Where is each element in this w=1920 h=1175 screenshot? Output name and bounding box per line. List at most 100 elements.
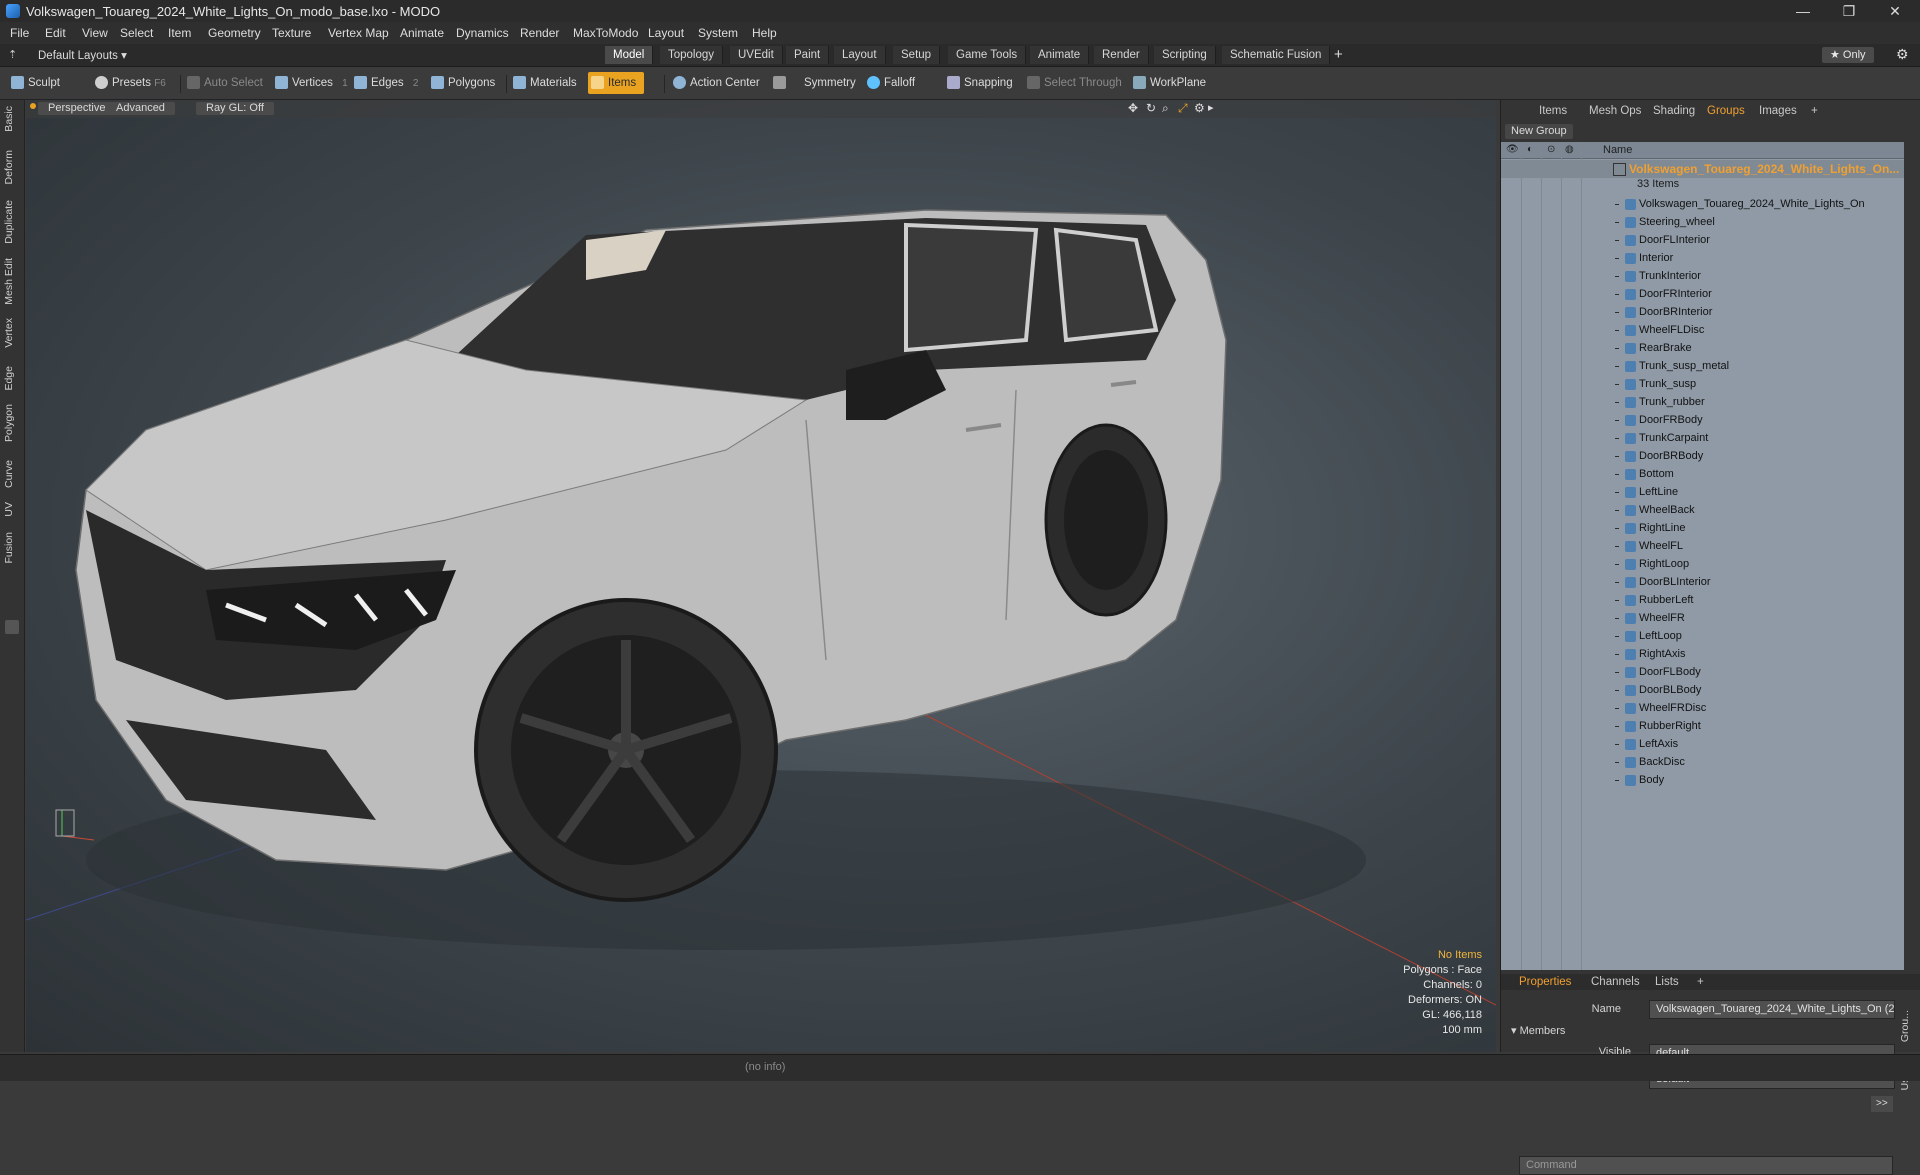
list-item[interactable]: Steering_wheel: [1501, 214, 1904, 232]
ray-gl-toggle[interactable]: Ray GL: Off: [196, 102, 274, 115]
list-item[interactable]: TrunkInterior: [1501, 268, 1904, 286]
group-row[interactable]: Volkswagen_Touareg_2024_White_Lights_On.…: [1501, 160, 1904, 178]
menu-file[interactable]: File: [10, 26, 29, 40]
menu-select[interactable]: Select: [120, 26, 153, 40]
presets-button[interactable]: Presets F6: [92, 72, 166, 94]
groups-tree[interactable]: 👁 ◐ ⊙ ◍ Name Volkswagen_Touareg_2024_Whi…: [1501, 142, 1904, 970]
tab-curve[interactable]: Curve: [3, 460, 21, 488]
perspective-dropdown[interactable]: Perspective: [38, 102, 116, 115]
tab-properties[interactable]: Properties: [1509, 974, 1581, 990]
menu-system[interactable]: System: [698, 26, 738, 40]
command-input[interactable]: Command: [1519, 1156, 1893, 1175]
list-item[interactable]: RearBrake: [1501, 340, 1904, 358]
zoom-icon[interactable]: ⌕: [1162, 101, 1169, 116]
action-center-button[interactable]: Action Center: [670, 72, 760, 94]
panel-toggle-icon[interactable]: [5, 620, 19, 634]
materials-button[interactable]: Materials: [510, 72, 577, 94]
tab-layout[interactable]: Layout: [834, 46, 886, 64]
menu-vertex-map[interactable]: Vertex Map: [328, 26, 389, 40]
select-through-button[interactable]: Select Through: [1024, 72, 1122, 94]
tab-polygon[interactable]: Polygon: [3, 404, 21, 442]
vertices-button[interactable]: Vertices 1: [272, 72, 348, 94]
tab-uv[interactable]: UV: [3, 502, 21, 517]
list-item[interactable]: WheelBack: [1501, 502, 1904, 520]
menu-help[interactable]: Help: [752, 26, 777, 40]
advanced-shading-dropdown[interactable]: Advanced: [106, 102, 175, 115]
add-panel-tab-button[interactable]: +: [1801, 103, 1828, 119]
list-item[interactable]: Volkswagen_Touareg_2024_White_Lights_On: [1501, 196, 1904, 214]
tab-groups[interactable]: Groups: [1697, 103, 1755, 119]
add-properties-tab-button[interactable]: +: [1687, 974, 1714, 990]
menu-item[interactable]: Item: [168, 26, 191, 40]
list-item[interactable]: DoorFLBody: [1501, 664, 1904, 682]
list-item[interactable]: Interior: [1501, 250, 1904, 268]
snapping-button[interactable]: Snapping: [944, 72, 1013, 94]
menu-dynamics[interactable]: Dynamics: [456, 26, 509, 40]
tab-schematic-fusion[interactable]: Schematic Fusion: [1222, 46, 1331, 64]
tab-model[interactable]: Model: [605, 46, 654, 64]
tab-scripting[interactable]: Scripting: [1154, 46, 1216, 64]
maximize-button[interactable]: ❐: [1826, 0, 1872, 22]
list-item[interactable]: RubberLeft: [1501, 592, 1904, 610]
list-item[interactable]: LeftAxis: [1501, 736, 1904, 754]
add-layout-tab-button[interactable]: +: [1334, 46, 1343, 63]
list-item[interactable]: DoorFRInterior: [1501, 286, 1904, 304]
auto-select-button[interactable]: Auto Select: [184, 72, 263, 94]
list-item[interactable]: DoorBLInterior: [1501, 574, 1904, 592]
tab-edge[interactable]: Edge: [3, 366, 21, 391]
tab-shading[interactable]: Shading: [1643, 103, 1705, 119]
items-button[interactable]: Items: [588, 72, 645, 94]
tab-topology[interactable]: Topology: [660, 46, 724, 64]
edges-button[interactable]: Edges 2: [351, 72, 418, 94]
list-item[interactable]: DoorBLBody: [1501, 682, 1904, 700]
list-item[interactable]: RightLine: [1501, 520, 1904, 538]
tab-mesh-edit[interactable]: Mesh Edit: [3, 258, 21, 305]
minimize-button[interactable]: —: [1780, 0, 1826, 22]
tab-vertex[interactable]: Vertex: [3, 318, 21, 348]
list-item[interactable]: WheelFR: [1501, 610, 1904, 628]
menu-edit[interactable]: Edit: [45, 26, 66, 40]
list-item[interactable]: RightAxis: [1501, 646, 1904, 664]
menu-geometry[interactable]: Geometry: [208, 26, 261, 40]
list-item[interactable]: WheelFRDisc: [1501, 700, 1904, 718]
tab-mesh-ops[interactable]: Mesh Ops: [1579, 103, 1651, 119]
menu-view[interactable]: View: [82, 26, 108, 40]
tab-animate[interactable]: Animate: [1030, 46, 1090, 64]
tab-paint[interactable]: Paint: [786, 46, 830, 64]
menu-render[interactable]: Render: [520, 26, 559, 40]
viewport-menu-icon[interactable]: [30, 103, 36, 109]
viewport-expand-icon[interactable]: ▸: [1208, 101, 1214, 114]
layouts-icon[interactable]: ⇡: [8, 48, 17, 61]
tab-fusion[interactable]: Fusion: [3, 532, 21, 564]
list-item[interactable]: DoorFLInterior: [1501, 232, 1904, 250]
menu-animate[interactable]: Animate: [400, 26, 444, 40]
layout-preset-dropdown[interactable]: Default Layouts ▾: [38, 48, 127, 62]
menu-maxtomodo[interactable]: MaxToModo: [573, 26, 638, 40]
pan-icon[interactable]: ✥: [1128, 101, 1138, 115]
list-item[interactable]: DoorFRBody: [1501, 412, 1904, 430]
tab-render[interactable]: Render: [1094, 46, 1149, 64]
gear-icon[interactable]: ⚙: [1896, 46, 1909, 63]
only-toggle-button[interactable]: ★ Only: [1822, 47, 1874, 63]
workplane-button[interactable]: WorkPlane: [1130, 72, 1206, 94]
name-field[interactable]: Volkswagen_Touareg_2024_White_Lights_On …: [1649, 1000, 1895, 1019]
tab-deform[interactable]: Deform: [3, 150, 21, 184]
more-options-button[interactable]: >>: [1871, 1096, 1893, 1112]
tab-game-tools[interactable]: Game Tools: [948, 46, 1027, 64]
tab-lists[interactable]: Lists: [1645, 974, 1689, 990]
falloff-button[interactable]: Falloff: [864, 72, 915, 94]
polygons-button[interactable]: Polygons: [428, 72, 495, 94]
fit-icon[interactable]: ⤢: [1178, 101, 1188, 116]
list-item[interactable]: DoorBRBody: [1501, 448, 1904, 466]
list-item[interactable]: RightLoop: [1501, 556, 1904, 574]
list-item[interactable]: LeftLoop: [1501, 628, 1904, 646]
new-group-button[interactable]: New Group: [1505, 124, 1573, 139]
tab-basic[interactable]: Basic: [3, 106, 21, 132]
tab-setup[interactable]: Setup: [893, 46, 941, 64]
sculpt-button[interactable]: Sculpt: [8, 72, 60, 94]
name-column-header[interactable]: Name: [1603, 144, 1632, 156]
menu-texture[interactable]: Texture: [272, 26, 311, 40]
side-tab-groups[interactable]: Grou...: [1899, 1010, 1917, 1042]
list-item[interactable]: RubberRight: [1501, 718, 1904, 736]
members-section[interactable]: ▾ Members: [1511, 1024, 1565, 1037]
